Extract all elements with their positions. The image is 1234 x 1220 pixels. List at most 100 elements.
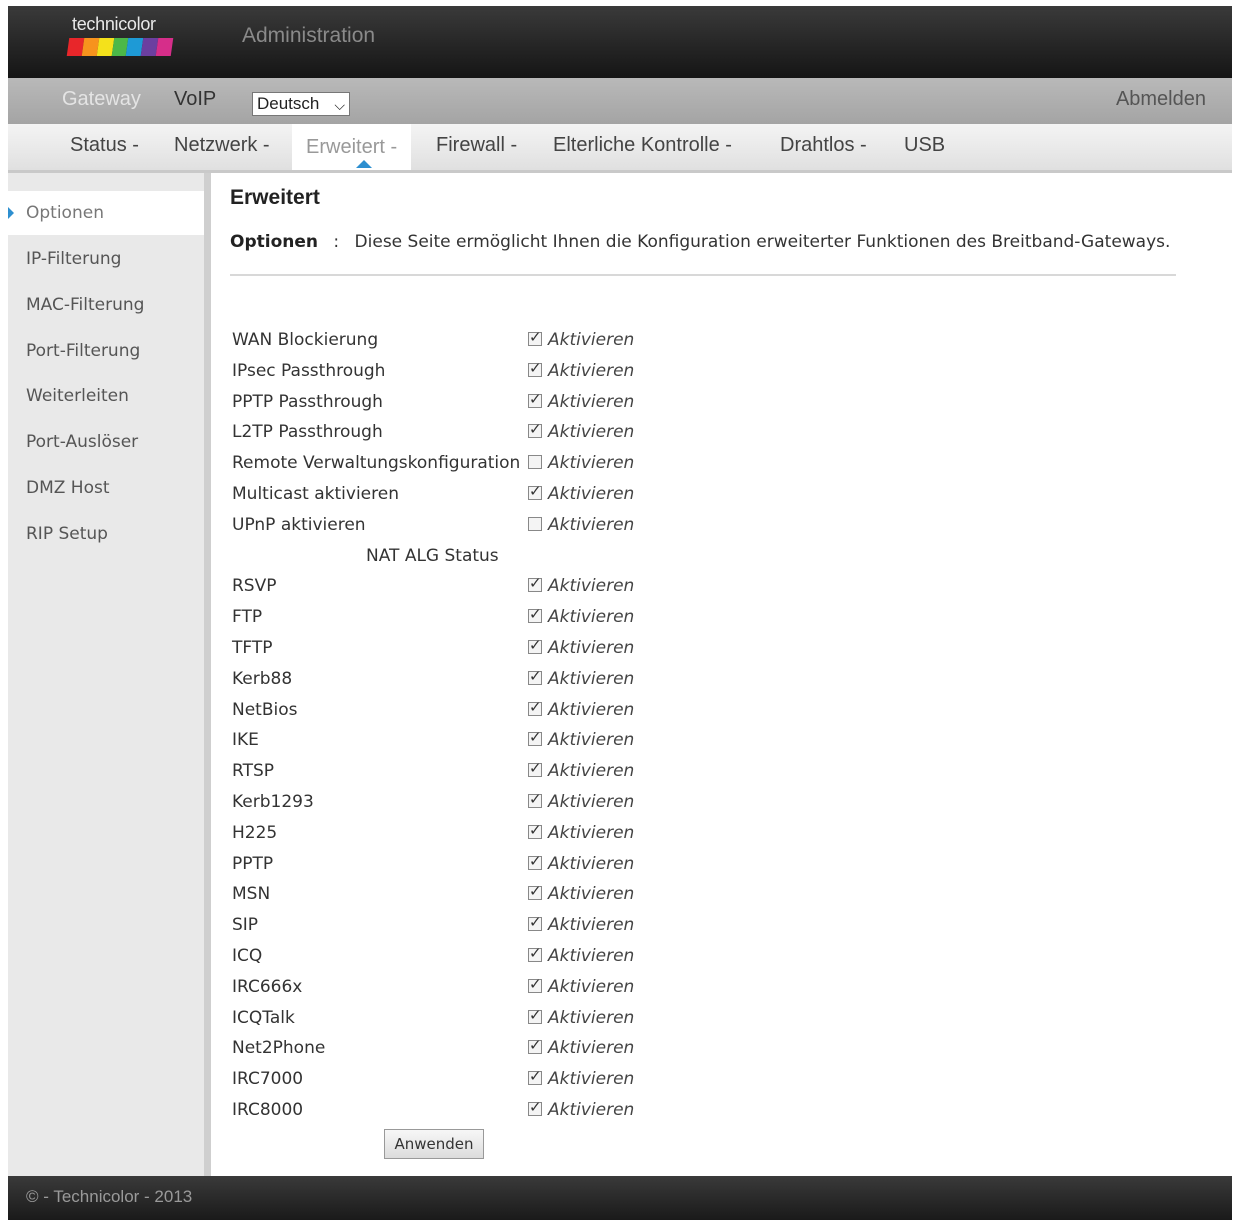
logo-text: technicolor	[72, 14, 156, 34]
enable-checkbox-label: Aktivieren	[548, 422, 635, 443]
option-row: ICQTalk Aktivieren	[230, 1004, 930, 1035]
intro-text: Diese Seite ermöglicht Ihnen die Konfigu…	[354, 232, 1171, 252]
option-row: IRC7000 Aktivieren	[230, 1065, 930, 1096]
option-row: IRC8000 Aktivieren	[230, 1096, 930, 1127]
enable-checkbox[interactable]	[528, 975, 542, 993]
enable-checkbox-label: Aktivieren	[548, 761, 635, 782]
enable-checkbox-label: Aktivieren	[548, 637, 635, 658]
subnav-item-netzwerk[interactable]: Netzwerk -	[174, 134, 270, 157]
option-label: IRC7000	[232, 1069, 304, 1090]
option-row: RTSP Aktivieren	[230, 757, 930, 788]
sidebar-item-label: Optionen	[26, 203, 104, 223]
apply-button[interactable]: Anwenden	[384, 1128, 484, 1159]
option-row: NetBios Aktivieren	[230, 696, 930, 727]
enable-checkbox[interactable]	[528, 359, 542, 377]
option-label: PPTP Passthrough	[232, 391, 383, 412]
logout-link[interactable]: Abmelden	[1116, 88, 1206, 111]
option-row: IRC666x Aktivieren	[230, 973, 930, 1004]
enable-checkbox-label: Aktivieren	[548, 730, 635, 751]
option-label: IPsec Passthrough	[232, 360, 386, 381]
enable-checkbox[interactable]	[528, 759, 542, 778]
option-label: IRC8000	[232, 1099, 304, 1120]
option-row: Kerb88 Aktivieren	[230, 665, 930, 696]
enable-checkbox[interactable]	[528, 913, 542, 932]
sidebar-item-dmz-host[interactable]: DMZ Host	[8, 466, 204, 510]
enable-checkbox-label: Aktivieren	[548, 1069, 635, 1090]
option-label: FTP	[232, 607, 263, 628]
enable-checkbox[interactable]	[528, 1098, 542, 1116]
enable-checkbox[interactable]	[528, 605, 542, 624]
option-row: Remote Verwaltungskonfiguration Aktiviere…	[230, 449, 930, 480]
sidebar-item-rip-setup[interactable]: RIP Setup	[8, 512, 204, 556]
subnav-item-erweitert[interactable]: Erweitert -	[292, 124, 412, 170]
option-row: TFTP Aktivieren	[230, 634, 930, 665]
sidebar-item-optionen[interactable]: Optionen	[8, 191, 204, 235]
sidebar-item-port-filterung[interactable]: Port-Filterung	[8, 329, 204, 373]
enable-checkbox[interactable]	[528, 516, 542, 531]
option-label: UPnP aktivieren	[232, 514, 366, 535]
subnav-item-status[interactable]: Status -	[70, 134, 139, 157]
enable-checkbox[interactable]	[528, 667, 542, 685]
enable-checkbox-label: Aktivieren	[548, 915, 635, 936]
enable-checkbox-label: Aktivieren	[548, 884, 635, 905]
enable-checkbox[interactable]	[528, 698, 542, 716]
nat-alg-section-header: NAT ALG Status	[230, 542, 930, 573]
sidebar-item-mac-filterung[interactable]: MAC-Filterung	[8, 283, 204, 327]
enable-checkbox[interactable]	[528, 420, 542, 439]
subnav-item-usb[interactable]: USB	[904, 134, 945, 157]
subnav-item-drahtlos[interactable]: Drahtlos -	[780, 134, 867, 157]
option-label: WAN Blockierung	[232, 330, 379, 350]
option-row: IKE Aktivieren	[230, 726, 930, 757]
tab-voip[interactable]: VoIP	[174, 88, 216, 111]
enable-checkbox[interactable]	[528, 1006, 542, 1024]
enable-checkbox[interactable]	[528, 944, 542, 962]
enable-checkbox-label: Aktivieren	[548, 945, 635, 966]
enable-checkbox[interactable]	[528, 328, 542, 346]
sidebar-item-weiterleiten[interactable]: Weiterleiten	[8, 374, 204, 418]
enable-checkbox[interactable]	[528, 790, 542, 808]
option-row: Multicast aktivieren Aktivieren	[230, 480, 930, 511]
enable-checkbox[interactable]	[528, 390, 542, 408]
logo-color-segment	[155, 38, 174, 56]
enable-checkbox-label: Aktivieren	[548, 822, 635, 843]
enable-checkbox-label: Aktivieren	[548, 1007, 635, 1028]
enable-checkbox[interactable]	[528, 1067, 542, 1086]
subnav-item-elterliche-kontrolle[interactable]: Elterliche Kontrolle -	[553, 134, 732, 157]
sidebar-item-label: Weiterleiten	[26, 386, 129, 406]
main-content: Erweitert Optionen : Diese Seite ermögli…	[230, 184, 1210, 1159]
enable-checkbox[interactable]	[528, 482, 542, 500]
enable-checkbox[interactable]	[528, 882, 542, 901]
option-row: FTP Aktivieren	[230, 603, 930, 634]
option-row: L2TP Passthrough Aktivieren	[230, 418, 930, 449]
sidebar: Optionen IP-Filterung MAC-Filterung Port…	[8, 173, 211, 1176]
option-label: H225	[232, 822, 278, 843]
enable-checkbox[interactable]	[528, 636, 542, 654]
sidebar-item-ip-filterung[interactable]: IP-Filterung	[8, 237, 204, 281]
enable-checkbox[interactable]	[528, 728, 542, 747]
enable-checkbox[interactable]	[528, 1036, 542, 1055]
logo-color-bar	[66, 38, 174, 56]
language-select[interactable]: Deutsch ⌵	[252, 92, 350, 116]
technicolor-logo: technicolor	[66, 14, 176, 64]
divider	[230, 274, 1176, 276]
option-row: PPTP Aktivieren	[230, 850, 930, 881]
sidebar-item-port-ausloeser[interactable]: Port-Auslöser	[8, 420, 204, 464]
enable-checkbox-label: Aktivieren	[548, 576, 635, 597]
option-label: ICQ	[232, 945, 263, 966]
enable-checkbox[interactable]	[528, 455, 542, 470]
enable-checkbox[interactable]	[528, 821, 542, 839]
tab-gateway[interactable]: Gateway	[62, 88, 141, 111]
sidebar-item-label: DMZ Host	[26, 478, 110, 498]
enable-checkbox[interactable]	[528, 574, 542, 593]
subnav-item-firewall[interactable]: Firewall -	[436, 134, 517, 157]
active-tab-indicator-icon	[356, 160, 372, 168]
option-label: Multicast aktivieren	[232, 483, 399, 504]
option-row: ICQ Aktivieren	[230, 942, 930, 973]
enable-checkbox-label: Aktivieren	[548, 483, 635, 504]
enable-checkbox-label: Aktivieren	[548, 853, 635, 874]
sidebar-item-label: IP-Filterung	[26, 249, 122, 269]
option-label: NetBios	[232, 699, 298, 720]
option-row: H225 Aktivieren	[230, 819, 930, 850]
enable-checkbox[interactable]	[528, 852, 542, 870]
enable-checkbox-label: Aktivieren	[548, 514, 635, 535]
